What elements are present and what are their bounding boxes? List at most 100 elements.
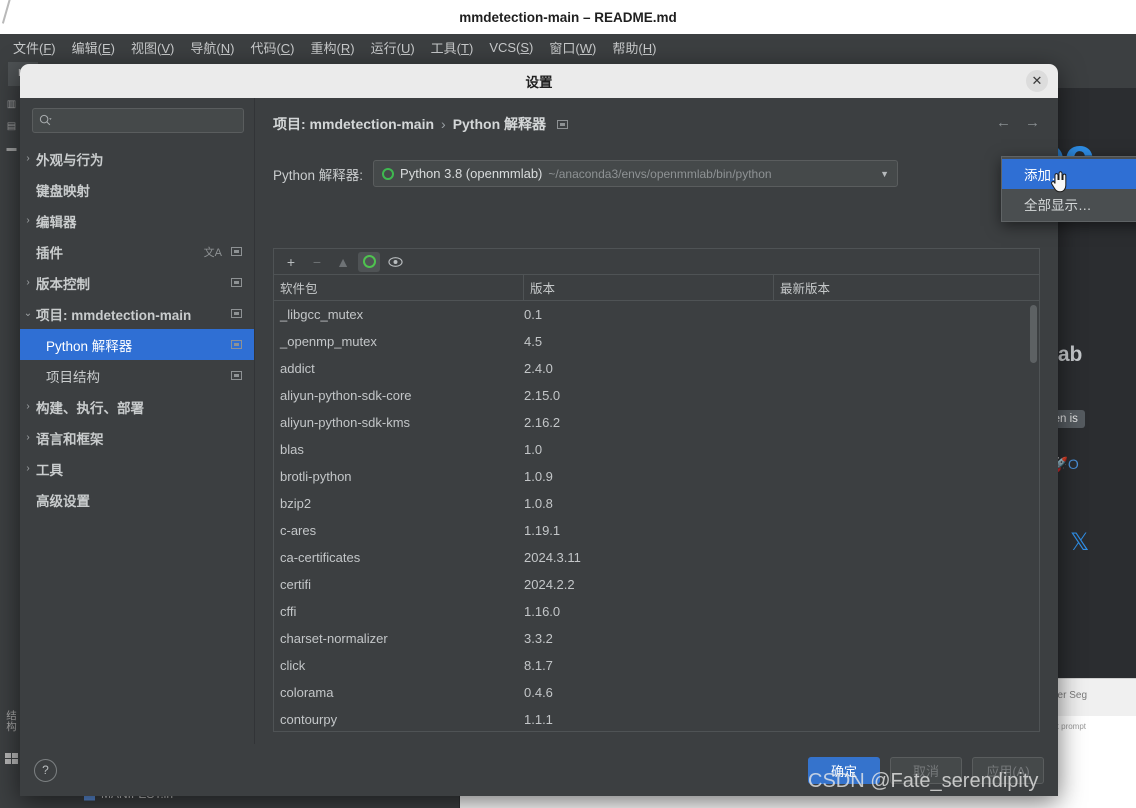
- chevron-right-icon[interactable]: ›: [20, 432, 36, 443]
- package-panel: + − ▲ 软件包 版本 最新版本: [273, 248, 1040, 732]
- menu-code[interactable]: 代码(C): [243, 35, 301, 60]
- table-row[interactable]: aliyun-python-sdk-core2.15.0: [274, 382, 1039, 409]
- commit-tool-icon[interactable]: ▤: [4, 120, 19, 133]
- sidebar-item-label: Python 解释器: [46, 335, 132, 355]
- menu-vcs[interactable]: VCS(S): [482, 37, 540, 58]
- table-row[interactable]: ca-certificates2024.3.11: [274, 544, 1039, 571]
- column-header-latest-version[interactable]: 最新版本: [774, 275, 1039, 300]
- interpreter-options-menu[interactable]: 添加… 全部显示…: [1001, 156, 1136, 222]
- menu-view[interactable]: 视图(V): [124, 35, 181, 60]
- table-row[interactable]: addict2.4.0: [274, 355, 1039, 382]
- sidebar-item-build-exec-deploy[interactable]: › 构建、执行、部署: [20, 391, 254, 422]
- eye-icon[interactable]: [384, 252, 406, 272]
- sidebar-item-languages-frameworks[interactable]: › 语言和框架: [20, 422, 254, 453]
- chevron-down-icon[interactable]: ⌄: [20, 308, 36, 319]
- chevron-right-icon[interactable]: ›: [20, 277, 36, 288]
- breadcrumb-leaf: Python 解释器: [453, 114, 546, 134]
- package-table-body[interactable]: _libgcc_mutex0.1_openmp_mutex4.5addict2.…: [274, 301, 1039, 731]
- project-tool-icon[interactable]: ▥: [4, 98, 19, 111]
- table-row[interactable]: c-ares1.19.1: [274, 517, 1039, 544]
- chevron-right-icon[interactable]: ›: [20, 401, 36, 412]
- package-version-cell: 3.3.2: [524, 631, 774, 646]
- table-row[interactable]: certifi2024.2.2: [274, 571, 1039, 598]
- table-row[interactable]: click8.1.7: [274, 652, 1039, 679]
- interpreter-row: Python 解释器: Python 3.8 (openmmlab) ~/ana…: [273, 160, 1040, 187]
- package-list-scrollbar[interactable]: [1028, 301, 1039, 731]
- column-header-version[interactable]: 版本: [524, 275, 774, 300]
- translate-icon: 文A: [204, 244, 222, 260]
- package-name-cell: addict: [274, 361, 524, 376]
- breadcrumb-separator: ›: [441, 116, 446, 132]
- menu-navigate[interactable]: 导航(N): [183, 35, 241, 60]
- menu-edit[interactable]: 编辑(E): [65, 35, 122, 60]
- package-toolbar: + − ▲: [274, 249, 1039, 275]
- news-tail[interactable]: O: [1068, 456, 1079, 472]
- interpreter-combobox[interactable]: Python 3.8 (openmmlab) ~/anaconda3/envs/…: [373, 160, 898, 187]
- table-row[interactable]: cffi1.16.0: [274, 598, 1039, 625]
- menu-refactor[interactable]: 重构(R): [304, 35, 362, 60]
- table-row[interactable]: colorama0.4.6: [274, 679, 1039, 706]
- grid-icon[interactable]: [5, 753, 18, 764]
- table-row[interactable]: charset-normalizer3.3.2: [274, 625, 1039, 652]
- menu-file[interactable]: 文件(F): [6, 35, 63, 60]
- nav-arrows: ← →: [996, 114, 1040, 131]
- sidebar-item-plugins[interactable]: 插件 文A: [20, 236, 254, 267]
- menu-tools[interactable]: 工具(T): [424, 35, 481, 60]
- sidebar-item-python-interpreter[interactable]: Python 解释器: [20, 329, 254, 360]
- folder-icon[interactable]: ▬: [4, 142, 19, 155]
- chevron-right-icon[interactable]: ›: [20, 463, 36, 474]
- forward-arrow-icon[interactable]: →: [1025, 114, 1040, 131]
- chevron-right-icon[interactable]: ›: [20, 153, 36, 164]
- conda-refresh-icon[interactable]: [358, 252, 380, 272]
- sidebar-item-keymap[interactable]: 键盘映射: [20, 174, 254, 205]
- sidebar-item-version-control[interactable]: › 版本控制: [20, 267, 254, 298]
- ide-menubar[interactable]: 文件(F) 编辑(E) 视图(V) 导航(N) 代码(C) 重构(R) 运行(U…: [0, 34, 1136, 60]
- help-button[interactable]: ?: [34, 759, 57, 782]
- package-version-cell: 1.0.8: [524, 496, 774, 511]
- table-row[interactable]: aliyun-python-sdk-kms2.16.2: [274, 409, 1039, 436]
- sidebar-item-editor[interactable]: › 编辑器: [20, 205, 254, 236]
- add-package-button[interactable]: +: [280, 252, 302, 272]
- ok-button[interactable]: 确定: [808, 757, 880, 784]
- table-row[interactable]: blas1.0: [274, 436, 1039, 463]
- chevron-down-icon[interactable]: ▼: [880, 169, 889, 179]
- project-scope-icon: [557, 120, 568, 129]
- table-row[interactable]: _openmp_mutex4.5: [274, 328, 1039, 355]
- menu-window[interactable]: 窗口(W): [542, 35, 603, 60]
- package-version-cell: 1.0.9: [524, 469, 774, 484]
- sidebar-item-appearance[interactable]: › 外观与行为: [20, 143, 254, 174]
- package-name-cell: c-ares: [274, 523, 524, 538]
- interpreter-label: Python 解释器:: [273, 164, 363, 184]
- table-row[interactable]: contourpy1.1.1: [274, 706, 1039, 731]
- sidebar-item-label: 高级设置: [36, 490, 90, 510]
- sidebar-item-project[interactable]: ⌄ 项目: mmdetection-main: [20, 298, 254, 329]
- package-name-cell: cffi: [274, 604, 524, 619]
- search-input[interactable]: [32, 108, 244, 133]
- sidebar-item-project-structure[interactable]: 项目结构: [20, 360, 254, 391]
- window-corner-decoration: [0, 0, 26, 34]
- sidebar-item-advanced-settings[interactable]: 高级设置: [20, 484, 254, 515]
- twitter-icon[interactable]: 𝕏: [1070, 528, 1089, 557]
- sidebar-item-label: 构建、执行、部署: [36, 397, 144, 417]
- menu-item-show-all[interactable]: 全部显示…: [1002, 189, 1136, 219]
- menu-help[interactable]: 帮助(H): [605, 35, 663, 60]
- structure-tool-label[interactable]: 结构: [4, 710, 19, 732]
- breadcrumb-root[interactable]: 项目: mmdetection-main: [273, 114, 434, 134]
- column-header-package[interactable]: 软件包: [274, 275, 524, 300]
- sidebar-item-label: 插件: [36, 242, 63, 262]
- menu-item-add[interactable]: 添加…: [1002, 159, 1136, 189]
- back-arrow-icon[interactable]: ←: [996, 114, 1011, 131]
- chevron-right-icon[interactable]: ›: [20, 215, 36, 226]
- apply-button[interactable]: 应用(A): [972, 757, 1044, 784]
- table-row[interactable]: brotli-python1.0.9: [274, 463, 1039, 490]
- remove-package-button[interactable]: −: [306, 252, 328, 272]
- table-row[interactable]: bzip21.0.8: [274, 490, 1039, 517]
- scrollbar-thumb[interactable]: [1030, 305, 1037, 363]
- sidebar-item-tools[interactable]: › 工具: [20, 453, 254, 484]
- dialog-titlebar: 设置 ✕: [20, 64, 1058, 98]
- menu-run[interactable]: 运行(U): [364, 35, 422, 60]
- upgrade-package-button[interactable]: ▲: [332, 252, 354, 272]
- cancel-button[interactable]: 取消: [890, 757, 962, 784]
- table-row[interactable]: _libgcc_mutex0.1: [274, 301, 1039, 328]
- close-icon[interactable]: ✕: [1026, 70, 1048, 92]
